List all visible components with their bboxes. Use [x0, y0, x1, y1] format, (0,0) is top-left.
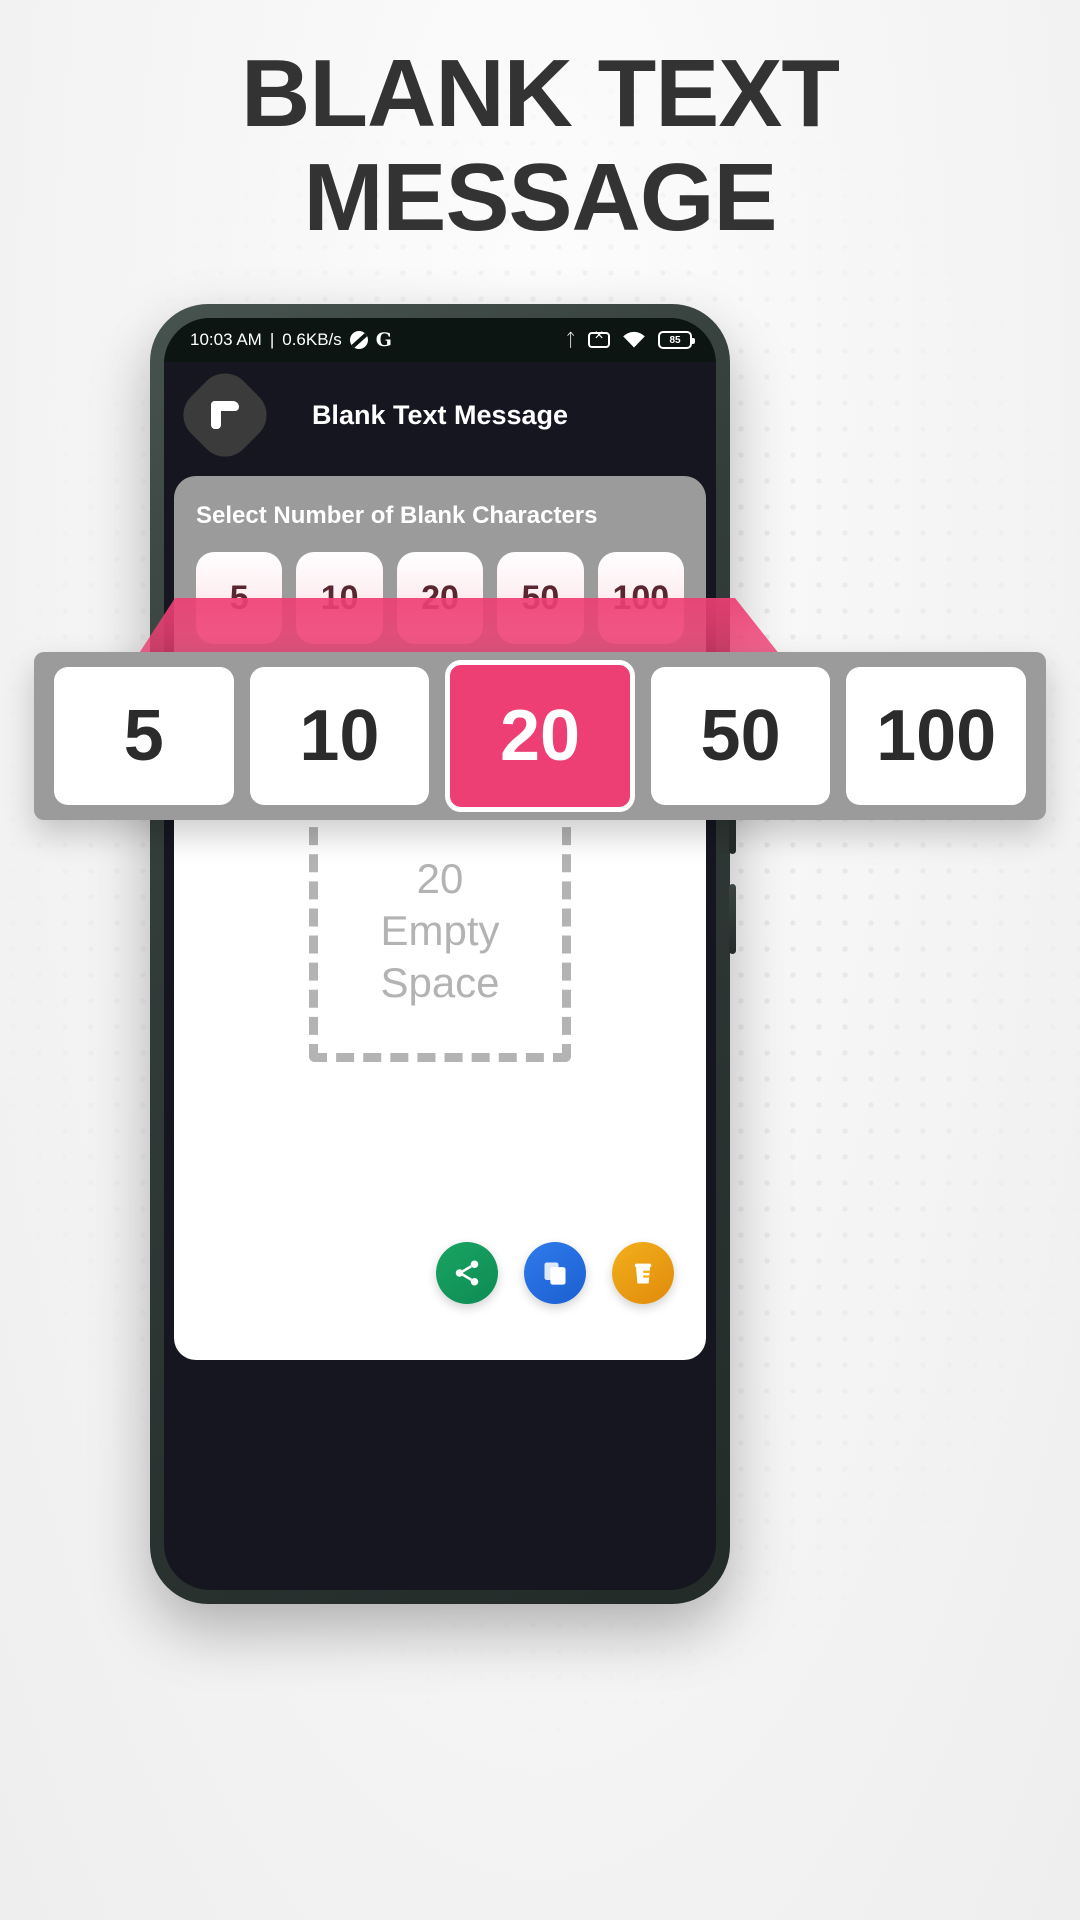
magnified-chip-50[interactable]: 50: [650, 667, 831, 805]
phone-screen: 10:03 AM | 0.6KB/s G ᛏ 85 Blank Text Mes…: [164, 318, 716, 1590]
empty-space-preview-box[interactable]: 20 Empty Space: [309, 800, 571, 1062]
empty-space-label-line-1: Empty: [380, 907, 500, 954]
selector-chip-20[interactable]: 20: [396, 552, 484, 644]
selector-label: Select Number of Blank Characters: [196, 502, 598, 529]
copy-button[interactable]: [524, 1242, 586, 1304]
page-title-line-1: BLANK TEXT: [241, 40, 840, 147]
status-network-speed: 0.6KB/s: [282, 330, 342, 349]
magnified-selector-callout: 5 10 20 50 100: [34, 652, 1046, 820]
app-logo-icon[interactable]: [172, 362, 278, 468]
disc-icon: [349, 331, 368, 349]
page-title-line-2: MESSAGE: [303, 144, 777, 251]
battery-icon: 85: [658, 331, 695, 349]
copy-icon: [544, 1262, 566, 1285]
google-g-icon: G: [375, 329, 393, 351]
share-button[interactable]: [436, 1242, 498, 1304]
status-time: 10:03 AM: [190, 330, 262, 349]
wifi-icon: [622, 331, 646, 349]
action-button-row: [436, 1242, 674, 1304]
selector-chip-100[interactable]: 100: [597, 552, 685, 644]
status-bar: 10:03 AM | 0.6KB/s G ᛏ 85: [164, 318, 716, 362]
selector-chip-50[interactable]: 50: [497, 552, 584, 644]
selector-chip-5[interactable]: 5: [196, 552, 283, 644]
magnified-chip-10[interactable]: 10: [249, 667, 430, 805]
magnified-chip-20[interactable]: 20: [445, 660, 635, 812]
share-icon: [455, 1260, 479, 1286]
status-separator: |: [269, 330, 275, 349]
empty-space-label-line-2: Space: [380, 959, 500, 1006]
phone-mockup: 10:03 AM | 0.6KB/s G ᛏ 85 Blank Text Mes…: [150, 304, 736, 1604]
app-bar: Blank Text Message: [164, 362, 716, 468]
magnified-chip-100[interactable]: 100: [846, 667, 1026, 805]
selector-chip-row: 5 10 20 50 100: [196, 552, 685, 644]
bluetooth-icon: ᛏ: [565, 330, 576, 350]
magnified-chip-5[interactable]: 5: [54, 667, 234, 805]
mute-icon: [588, 328, 610, 348]
status-bar-left: 10:03 AM | 0.6KB/s G: [190, 329, 392, 351]
selector-panel: Select Number of Blank Characters 5 10 2…: [174, 476, 706, 670]
clear-button[interactable]: [612, 1242, 674, 1304]
phone-volume-button: [729, 884, 736, 954]
empty-space-count: 20: [416, 855, 464, 902]
status-bar-right: ᛏ 85: [565, 328, 695, 350]
battery-level: 85: [658, 331, 695, 349]
delete-icon: [634, 1263, 652, 1284]
selector-chip-10[interactable]: 10: [296, 552, 383, 644]
page-title: BLANK TEXT MESSAGE: [0, 42, 1080, 250]
